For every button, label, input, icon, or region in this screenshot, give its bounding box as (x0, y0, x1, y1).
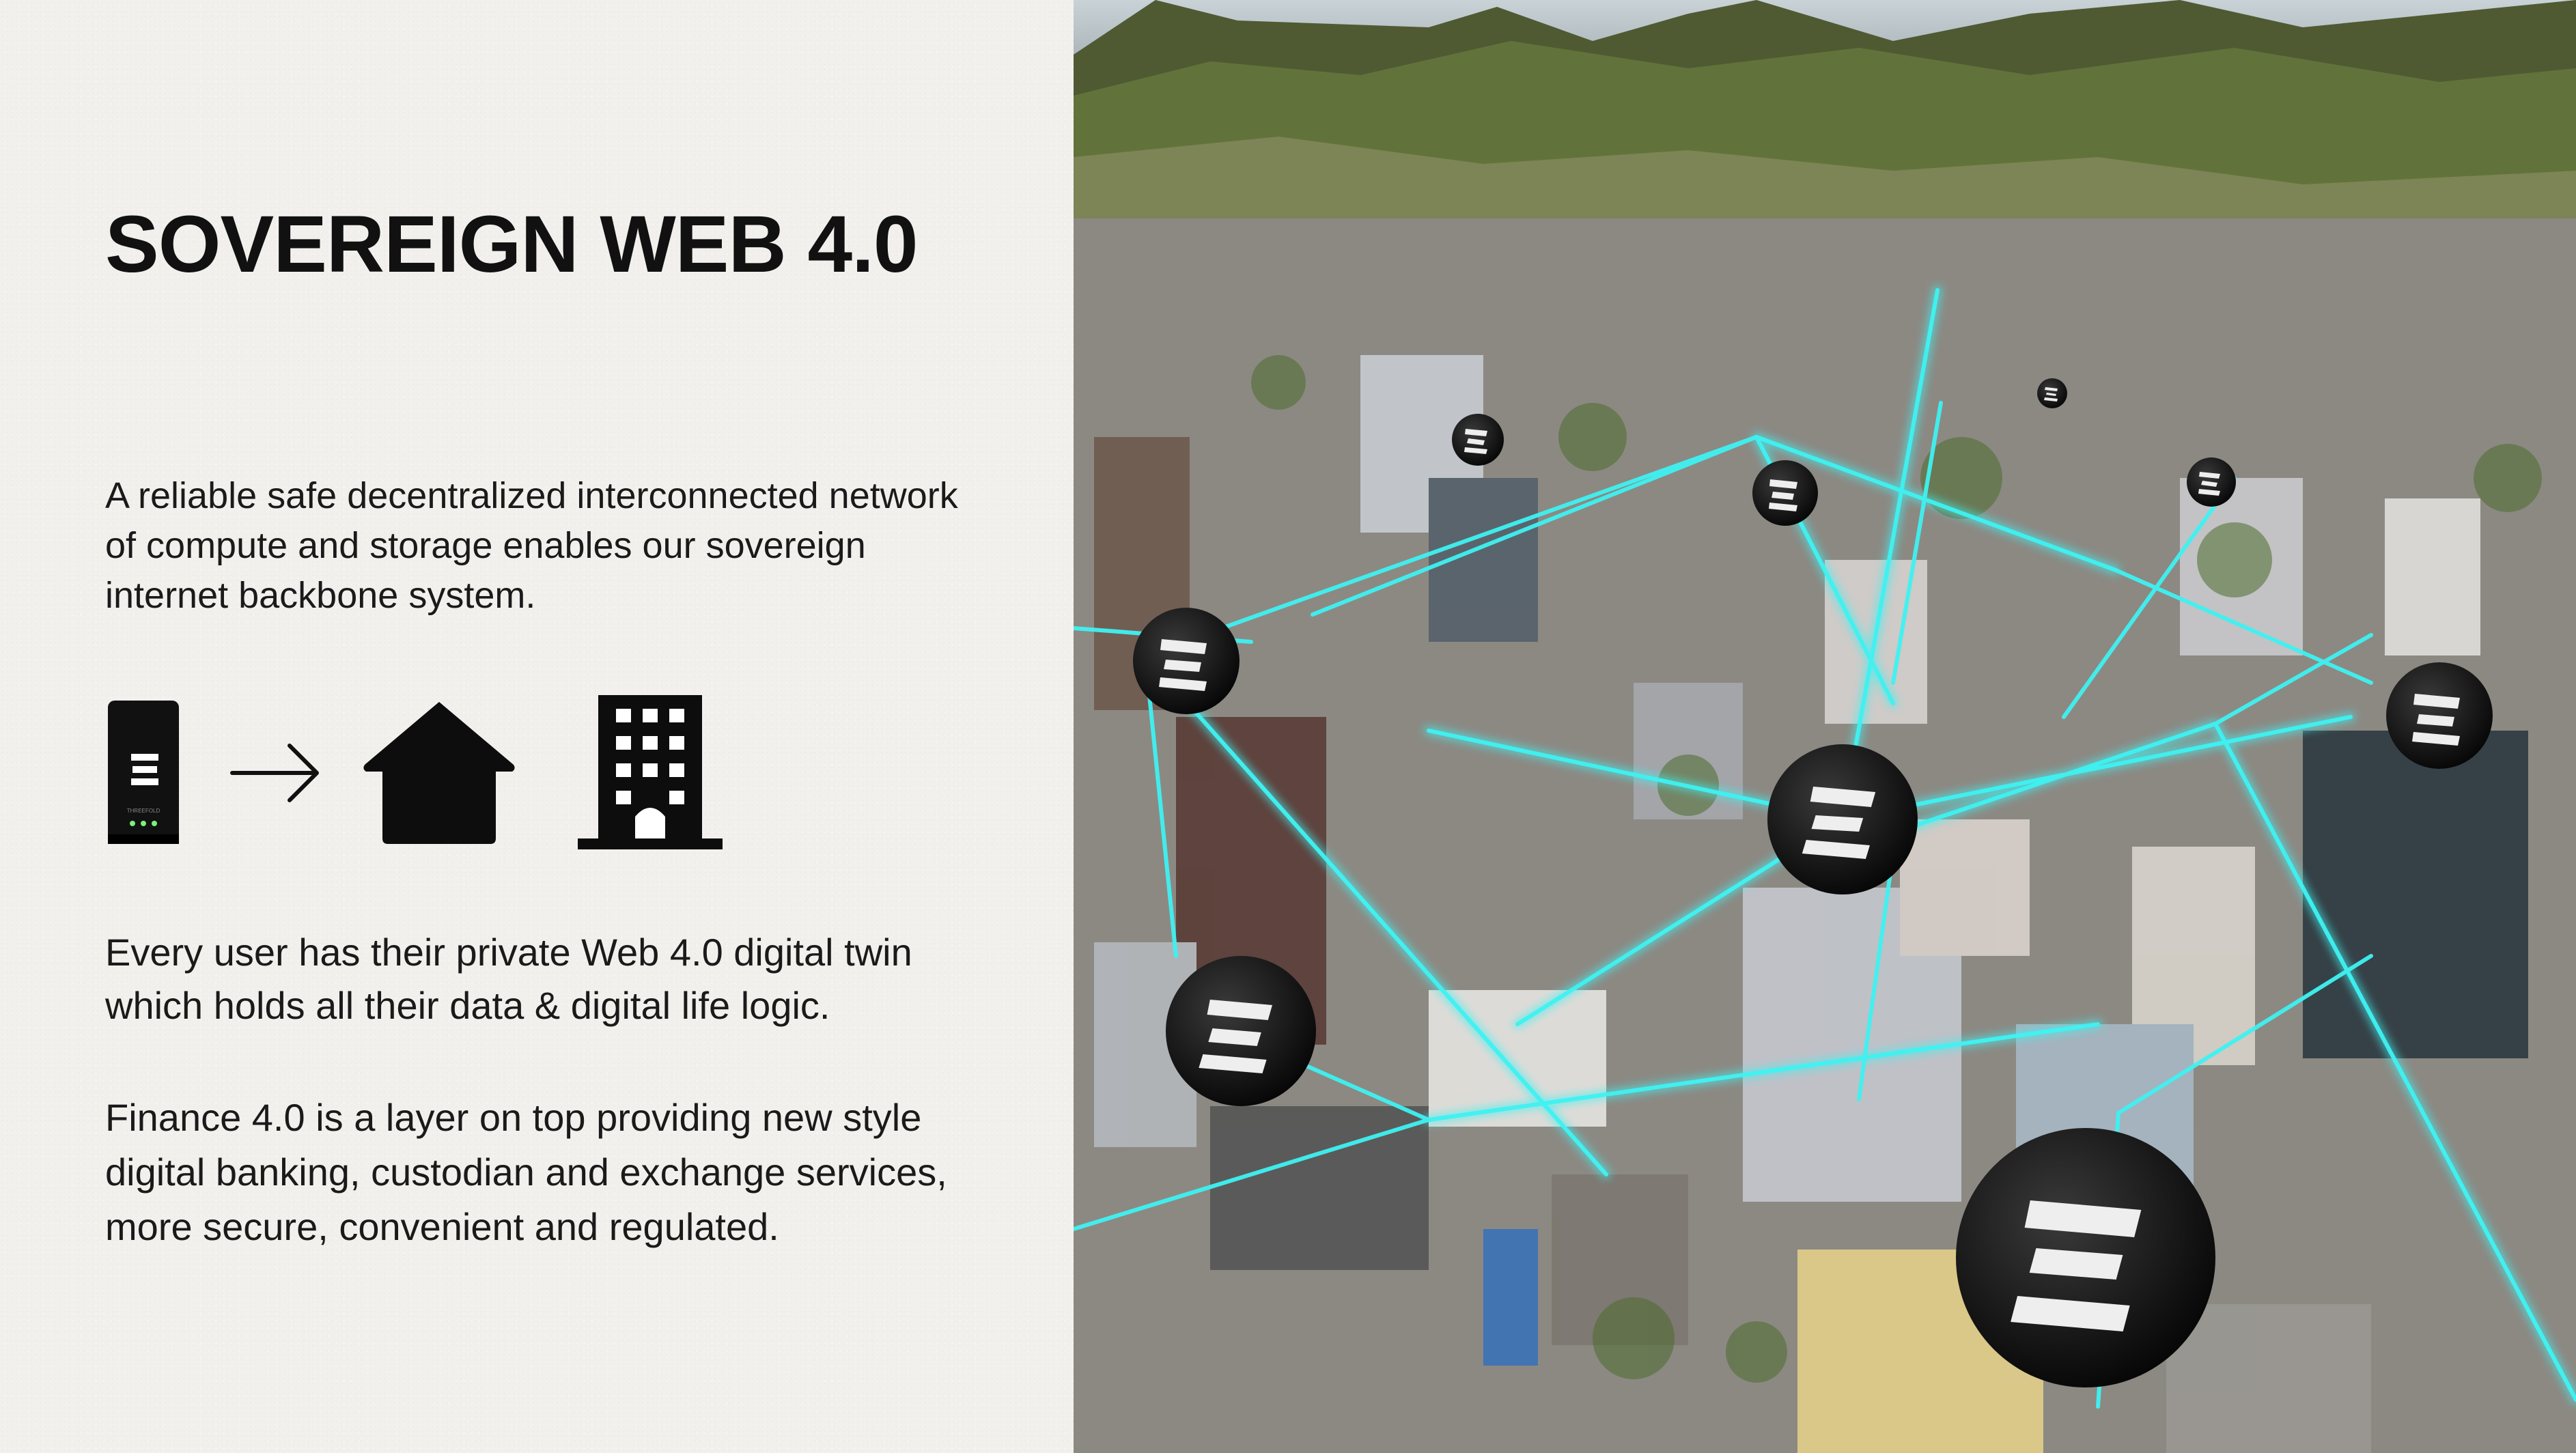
svg-text:THREEFOLD: THREEFOLD (127, 808, 160, 814)
finance-paragraph: Finance 4.0 is a layer on top providing … (105, 1096, 947, 1248)
house-icon (363, 702, 515, 844)
digital-twin-paragraph: Every user has their private Web 4.0 dig… (105, 931, 912, 1027)
office-building-icon (578, 695, 723, 849)
arrow-right-icon (230, 744, 319, 802)
page-title: SOVEREIGN WEB 4.0 (105, 199, 919, 290)
city-network-photo (1074, 0, 2576, 1453)
city-network-illustration (1074, 0, 2576, 1453)
server-device-icon: THREEFOLD (108, 701, 179, 844)
intro-paragraph: A reliable safe decentralized interconne… (105, 475, 958, 616)
text-panel: SOVEREIGN WEB 4.0 A reliable safe decent… (0, 0, 1074, 1453)
